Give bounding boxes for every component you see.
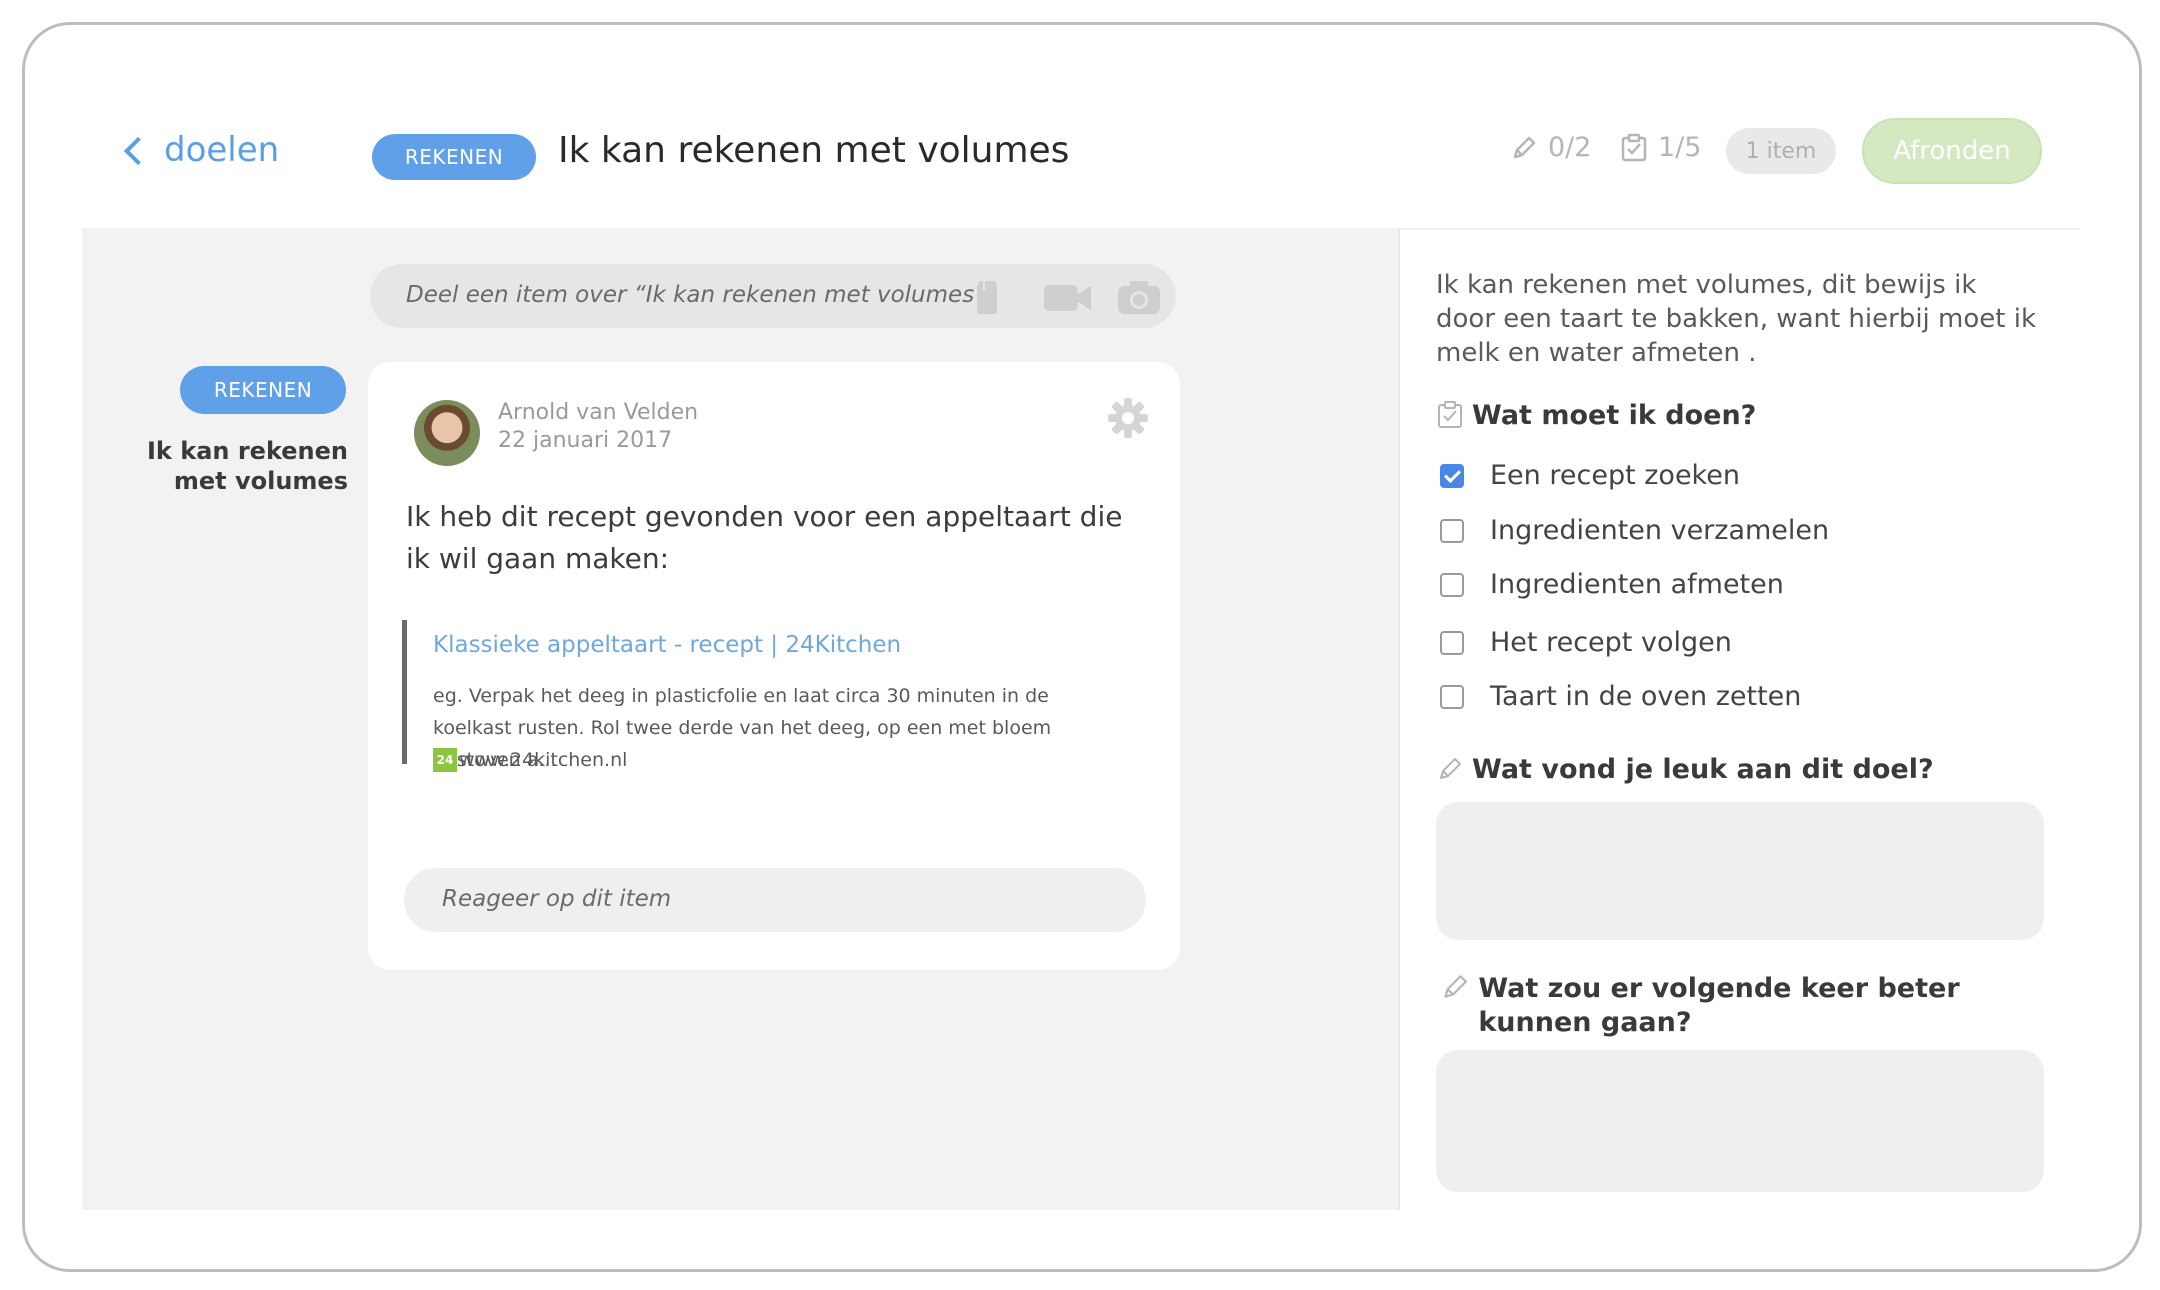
todo-title: Wat moet ik doen?: [1472, 400, 1757, 431]
better-question: Wat zou er volgende keer beter kunnen ga…: [1478, 973, 1960, 1038]
post-card: Arnold van Velden 22 januari 2017 Ik heb…: [368, 362, 1180, 970]
finish-button[interactable]: Afronden: [1862, 118, 2042, 184]
todo-label: Ingredienten afmeten: [1490, 569, 1784, 600]
pencil-icon: [1440, 758, 1461, 779]
video-camera-icon[interactable]: [1042, 278, 1094, 316]
like-answer-field[interactable]: [1436, 802, 2044, 940]
subject-tag[interactable]: REKENEN: [372, 134, 536, 180]
site-favicon-icon: 24: [433, 748, 457, 772]
share-item-input[interactable]: Deel een item over “Ik kan rekenen met v…: [370, 264, 1176, 328]
todo-item[interactable]: Het recept volgen: [1440, 627, 1732, 658]
link-title[interactable]: Klassieke appeltaart - recept | 24Kitche…: [433, 632, 901, 658]
sidebar-subject-tag[interactable]: REKENEN: [180, 366, 346, 414]
back-link[interactable]: doelen: [123, 130, 280, 170]
goal-description: Ik kan rekenen met volumes, dit bewijs i…: [1436, 270, 2037, 368]
better-answer-field[interactable]: [1436, 1050, 2044, 1192]
todo-checkbox[interactable]: [1440, 518, 1464, 543]
like-question: Wat vond je leuk aan dit doel?: [1472, 754, 1934, 785]
sidebar-goal-title: Ik kan rekenen met volumes: [147, 437, 348, 495]
todo-checkbox[interactable]: [1440, 463, 1464, 488]
pencil-icon: [1444, 975, 1467, 998]
reflections-count: 0/2: [1548, 132, 1592, 163]
tasks-count: 1/5: [1658, 132, 1702, 163]
header-divider: [1400, 228, 2080, 230]
todo-section-title: Wat moet ik doen?: [1436, 400, 1756, 431]
todo-label: Het recept volgen: [1490, 627, 1732, 658]
todo-label: Een recept zoeken: [1490, 460, 1740, 491]
chevron-left-icon: [123, 136, 153, 166]
reflections-counter: 0/2: [1510, 132, 1591, 163]
reply-placeholder: Reageer op dit item: [442, 886, 672, 912]
back-label: doelen: [164, 130, 280, 170]
post-date: 22 januari 2017: [498, 428, 673, 453]
better-question-title: Wat zou er volgende keer beter kunnen ga…: [1440, 972, 2040, 1040]
link-preview[interactable]: Klassieke appeltaart - recept | 24Kitche…: [402, 620, 1142, 772]
panel-divider: [1398, 228, 1400, 1210]
attachment-icon[interactable]: [970, 278, 1004, 316]
todo-item[interactable]: Taart in de oven zetten: [1440, 681, 1801, 712]
link-source-url: www.24kitchen.nl: [459, 749, 628, 771]
photo-camera-icon[interactable]: [1116, 278, 1162, 316]
todo-item[interactable]: Een recept zoeken: [1440, 460, 1740, 491]
todo-item[interactable]: Ingredienten verzamelen: [1440, 515, 1829, 546]
pencil-icon: [1513, 136, 1536, 158]
items-badge: 1 item: [1726, 128, 1836, 174]
clipboard-check-icon: [1438, 401, 1462, 428]
avatar[interactable]: [414, 400, 480, 466]
reply-input[interactable]: Reageer op dit item: [404, 868, 1146, 932]
share-placeholder: Deel een item over “Ik kan rekenen met v…: [406, 282, 987, 308]
todo-item[interactable]: Ingredienten afmeten: [1440, 569, 1784, 600]
clipboard-check-icon: [1621, 133, 1647, 161]
todo-label: Taart in de oven zetten: [1490, 681, 1802, 712]
post-text: Ik heb dit recept gevonden voor een appe…: [406, 500, 1123, 575]
todo-checkbox[interactable]: [1440, 572, 1464, 597]
like-question-title: Wat vond je leuk aan dit doel?: [1436, 754, 1934, 785]
tasks-counter: 1/5: [1620, 132, 1701, 163]
page-title: Ik kan rekenen met volumes: [558, 130, 1070, 171]
gear-icon[interactable]: [1106, 396, 1150, 440]
todo-checkbox[interactable]: [1440, 684, 1464, 709]
todo-checkbox[interactable]: [1440, 630, 1464, 655]
post-author[interactable]: Arnold van Velden: [498, 400, 698, 425]
todo-label: Ingredienten verzamelen: [1490, 515, 1830, 546]
link-source: 24 www.24kitchen.nl: [433, 748, 627, 772]
